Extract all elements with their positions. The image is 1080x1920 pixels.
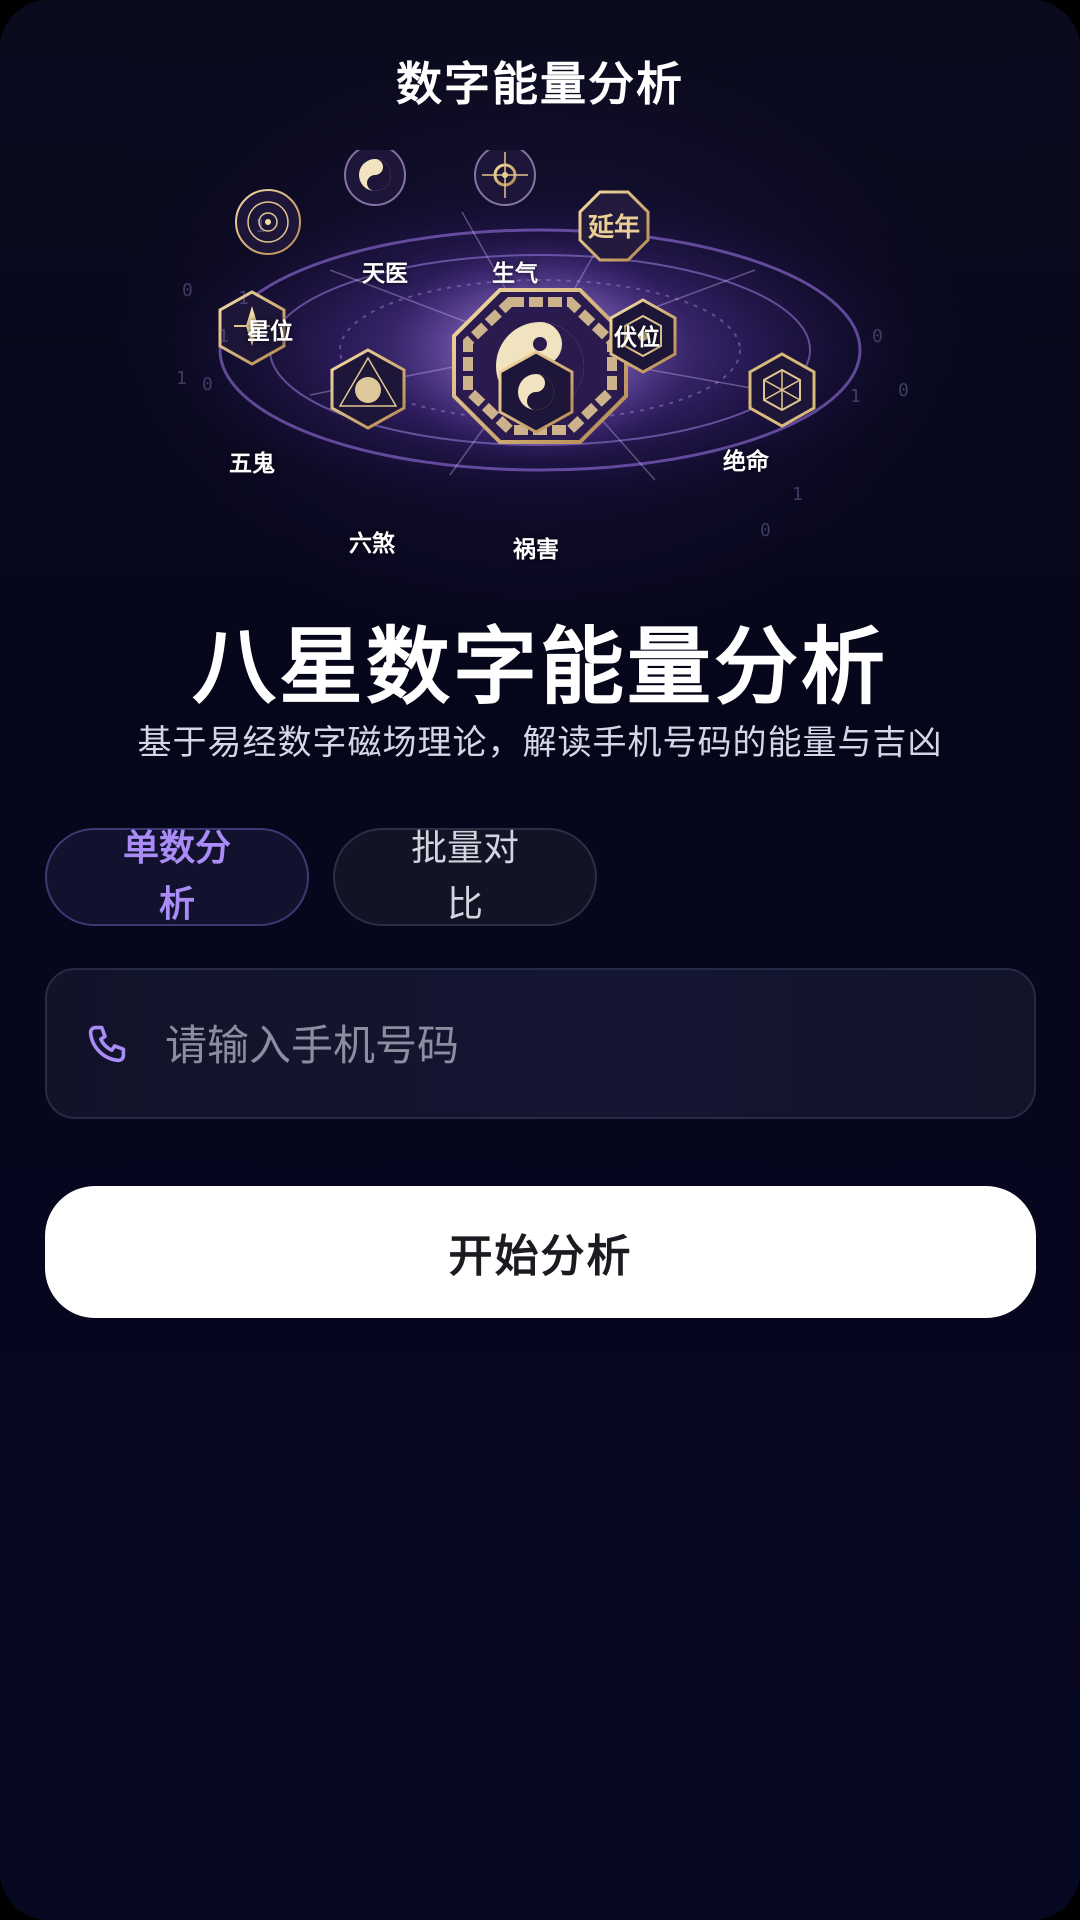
bg-digit: 0 [182, 280, 193, 301]
app-screen: 数字能量分析 延年 天医 生气 星位 伏位 五鬼 绝命 六煞 祸害 1 0 1 … [0, 0, 1080, 1920]
start-analysis-button[interactable]: 开始分析 [45, 1186, 1036, 1318]
bg-digit: 1 [176, 368, 187, 389]
bg-digit: 1 [218, 326, 229, 347]
bg-digit: 0 [760, 520, 771, 541]
tab-batch-compare[interactable]: 批量对比 [333, 828, 597, 926]
star-label-tianyi: 天医 [362, 261, 408, 287]
star-xingwei-icon [235, 189, 301, 255]
page-subtitle: 基于易经数字磁场理论，解读手机号码的能量与吉凶 [137, 723, 943, 763]
star-label-xingwei: 星位 [247, 319, 293, 345]
hero-illustration: 延年 天医 生气 星位 伏位 五鬼 绝命 六煞 祸害 1 0 1 1 0 1 0… [150, 150, 930, 580]
bg-digit: 1 [238, 288, 249, 309]
star-tianyi-icon [344, 150, 406, 206]
star-label-jueming: 绝命 [723, 449, 769, 475]
app-title: 数字能量分析 [396, 57, 684, 111]
star-label-huohai: 祸害 [513, 537, 559, 563]
tab-single-analysis[interactable]: 单数分析 [45, 828, 309, 926]
star-label-shengqi: 生气 [492, 261, 538, 287]
phone-number-input[interactable] [165, 1000, 1005, 1090]
phone-input-box[interactable] [45, 968, 1036, 1119]
jueming-icon [748, 352, 816, 428]
star-label-fuwei: 伏位 [614, 325, 660, 351]
bg-digit: 0 [202, 374, 213, 395]
page-headline: 八星数字能量分析 [191, 618, 888, 716]
badge-text: 延年 [587, 212, 640, 243]
star-shengqi-icon [474, 150, 536, 206]
tab-batch-label: 批量对比 [410, 828, 519, 925]
bg-digit: 1 [255, 216, 266, 237]
star-label-liusha: 六煞 [349, 531, 395, 557]
bg-digit: 1 [850, 386, 861, 407]
star-yannian-icon: 延年 [578, 190, 650, 262]
bg-digit: 0 [872, 326, 883, 347]
tab-single-label: 单数分析 [122, 828, 231, 925]
bg-digit: 0 [898, 380, 909, 401]
phone-icon [88, 1025, 126, 1063]
bg-digit: 1 [792, 484, 803, 505]
star-label-wugui: 五鬼 [229, 451, 275, 477]
